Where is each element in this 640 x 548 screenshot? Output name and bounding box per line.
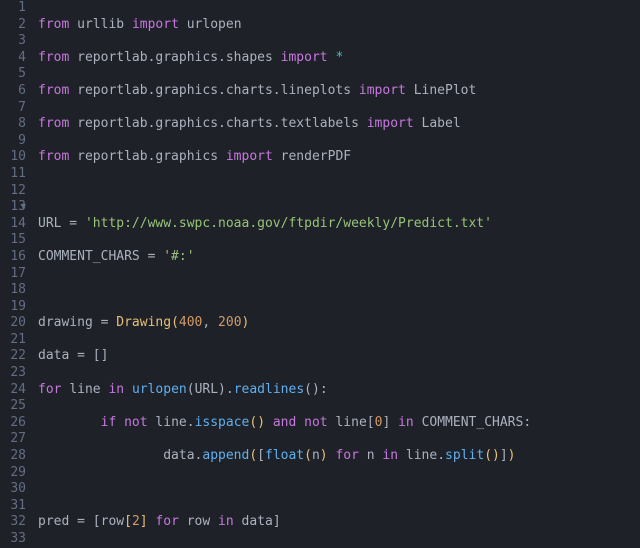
line-number: 22 — [4, 348, 26, 365]
line-number: 1 — [4, 0, 26, 17]
line-number: 21 — [4, 332, 26, 349]
code-area[interactable]: from urllib import urlopen from reportla… — [34, 0, 609, 548]
line-number: 24 — [4, 382, 26, 399]
line-number: 26 — [4, 415, 26, 432]
code-line[interactable]: data.append([float(n) for n in line.spli… — [38, 448, 609, 465]
code-line[interactable]: if not line.isspace() and not line[0] in… — [38, 415, 609, 432]
line-number: 31 — [4, 498, 26, 515]
line-number: 2 — [4, 17, 26, 34]
code-line[interactable]: URL = 'http://www.swpc.noaa.gov/ftpdir/w… — [38, 216, 609, 233]
line-number: 12▼ — [4, 183, 26, 200]
code-editor[interactable]: 1 2 3 4 5 6 7 8 9 10 11 12▼ 13 14 15 16 … — [0, 0, 640, 548]
code-line[interactable]: from reportlab.graphics.charts.textlabel… — [38, 116, 609, 133]
line-number: 30 — [4, 481, 26, 498]
code-line[interactable] — [38, 282, 609, 299]
line-number: 13 — [4, 199, 26, 216]
line-number: 3 — [4, 33, 26, 50]
code-line[interactable]: pred = [row[2] for row in data] — [38, 514, 609, 531]
code-line[interactable]: from reportlab.graphics.charts.lineplots… — [38, 83, 609, 100]
line-number: 14 — [4, 216, 26, 233]
code-line[interactable]: drawing = Drawing(400, 200) — [38, 315, 609, 332]
line-number: 19 — [4, 299, 26, 316]
code-line[interactable] — [38, 481, 609, 498]
code-line[interactable]: from reportlab.graphics import renderPDF — [38, 149, 609, 166]
line-number: 4 — [4, 50, 26, 67]
code-line[interactable]: data = [] — [38, 348, 609, 365]
line-number-gutter: 1 2 3 4 5 6 7 8 9 10 11 12▼ 13 14 15 16 … — [0, 0, 34, 548]
line-number: 17 — [4, 266, 26, 283]
line-number: 23 — [4, 365, 26, 382]
line-number: 33 — [4, 531, 26, 548]
line-number: 15 — [4, 232, 26, 249]
line-number: 6 — [4, 83, 26, 100]
code-line[interactable]: from urllib import urlopen — [38, 17, 609, 34]
line-number: 5 — [4, 66, 26, 83]
code-line[interactable]: for line in urlopen(URL).readlines(): — [38, 382, 609, 399]
line-number: 20 — [4, 315, 26, 332]
code-line[interactable] — [38, 183, 609, 200]
line-number: 29 — [4, 465, 26, 482]
line-number: 25 — [4, 398, 26, 415]
line-number: 16 — [4, 249, 26, 266]
line-number: 32 — [4, 514, 26, 531]
line-number: 9 — [4, 133, 26, 150]
code-line[interactable]: COMMENT_CHARS = '#:' — [38, 249, 609, 266]
line-number: 28 — [4, 448, 26, 465]
line-number: 8 — [4, 116, 26, 133]
line-number: 11 — [4, 166, 26, 183]
code-line[interactable]: from reportlab.graphics.shapes import * — [38, 50, 609, 67]
line-number: 10 — [4, 149, 26, 166]
line-number: 18 — [4, 282, 26, 299]
line-number: 7 — [4, 100, 26, 117]
line-number: 27 — [4, 431, 26, 448]
